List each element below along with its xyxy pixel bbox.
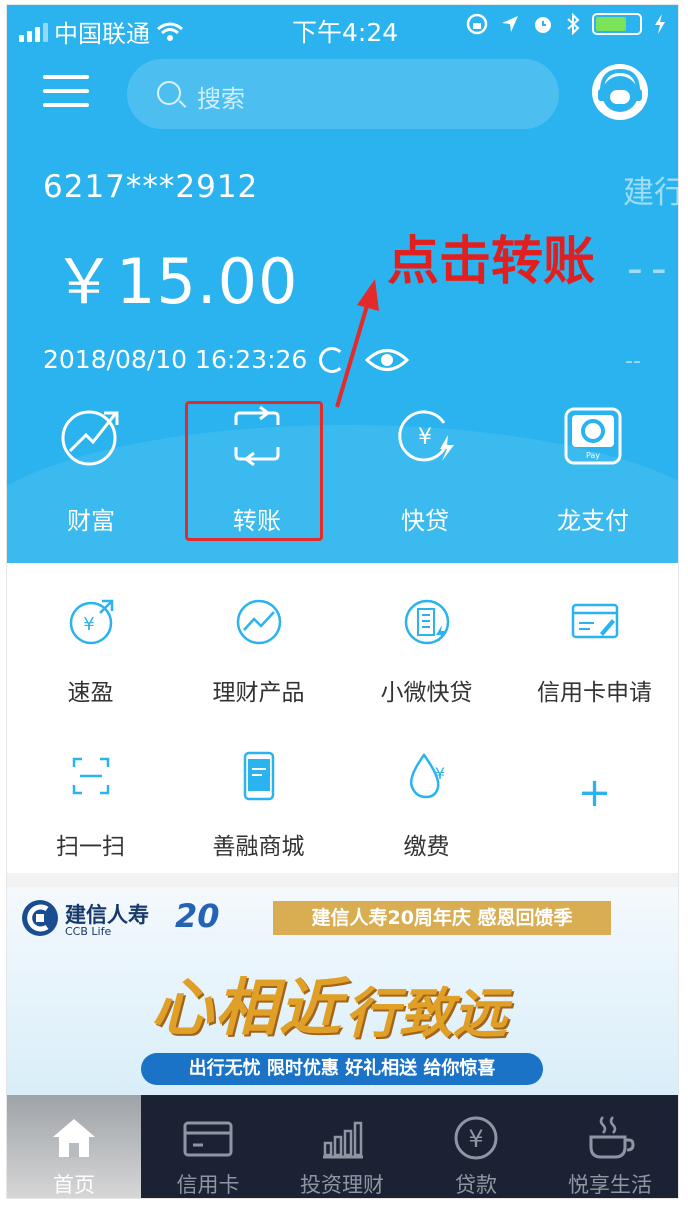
next-card-peek[interactable]: 建行	[623, 167, 678, 212]
ccb-logo-icon	[22, 900, 58, 936]
wifi-icon	[157, 22, 183, 41]
tab-label: 投资理财	[300, 1173, 384, 1197]
quick-action-label: 龙支付	[557, 507, 629, 535]
svg-text:¥: ¥	[83, 614, 94, 635]
search-bar[interactable]: 搜索	[127, 59, 559, 129]
status-time: 下午4:24	[292, 18, 399, 47]
grid-item-label: 扫一扫	[56, 834, 125, 860]
tab-label: 首页	[53, 1173, 95, 1197]
location-icon	[502, 16, 518, 32]
grid-item-wealth-products[interactable]: 理财产品	[175, 597, 342, 707]
tab-investment[interactable]: 投资理财	[275, 1095, 409, 1198]
credit-card-apply-icon	[571, 603, 618, 639]
add-icon: +	[577, 770, 612, 816]
grid-item-add[interactable]: +	[511, 773, 678, 813]
tab-label: 信用卡	[176, 1173, 240, 1197]
grid-item-label: 速盈	[67, 680, 114, 706]
annotation-arrow-icon	[335, 279, 379, 408]
banner-headline-2: 行致远	[345, 982, 507, 1045]
search-icon	[157, 81, 181, 105]
grid-item-label: 理财产品	[212, 680, 305, 706]
quick-action-quick-loan[interactable]: ¥ 快贷	[345, 405, 505, 536]
wealth-chart-icon	[61, 410, 119, 466]
next-time-peek: --	[625, 349, 641, 374]
alarm-icon	[535, 17, 551, 33]
grid-item-label: 缴费	[403, 834, 450, 860]
banner-headline-1: 心相近	[151, 971, 344, 1044]
carrier-name: 中国联通	[54, 20, 150, 48]
tab-label: 贷款	[455, 1173, 497, 1197]
investment-icon	[323, 1121, 363, 1159]
wealth-product-icon	[236, 599, 281, 645]
balance-timestamp: 2018/08/10 16:23:26	[43, 345, 308, 374]
quick-action-label: 快贷	[401, 507, 449, 535]
menu-button[interactable]	[43, 75, 89, 111]
svg-text:Pay: Pay	[586, 451, 600, 460]
grid-item-suying[interactable]: ¥ 速盈	[7, 597, 174, 707]
carrier-info: 中国联通	[19, 14, 184, 49]
card-number: 6217***2912	[43, 169, 259, 205]
next-balance-peek: --	[627, 243, 675, 294]
bottom-nav: 首页 信用卡 投资理财 ¥ 贷款 悦享生活	[7, 1095, 678, 1198]
tab-credit-card[interactable]: 信用卡	[141, 1095, 275, 1198]
lock-rotation-icon	[466, 13, 488, 35]
coffee-icon	[589, 1116, 635, 1159]
annotation-highlight-box	[185, 401, 323, 541]
banner-ribbon: 建信人寿20周年庆 感恩回馈季	[273, 901, 611, 935]
grid-item-micro-loan[interactable]: 小微快贷	[343, 597, 510, 707]
quick-action-long-pay[interactable]: Pay 龙支付	[513, 405, 673, 536]
balance-amount: ￥15.00	[53, 245, 299, 318]
grid-item-label: 善融商城	[212, 834, 305, 860]
quick-action-wealth[interactable]: 财富	[11, 405, 171, 536]
app-frame: 中国联通 下午4:24 搜索 6217***2912 建行 ￥15.00 -- …	[7, 5, 678, 1198]
grid-item-scan[interactable]: 扫一扫	[7, 751, 174, 861]
grid-item-credit-card-apply[interactable]: 信用卡申请	[511, 597, 678, 707]
status-icons	[466, 13, 666, 35]
customer-service-icon[interactable]	[589, 61, 651, 123]
anniversary-badge: 20	[175, 897, 220, 935]
grid-item-label: 小微快贷	[380, 680, 473, 706]
long-pay-icon: Pay	[564, 407, 622, 465]
account-header: 中国联通 下午4:24 搜索 6217***2912 建行 ￥15.00 -- …	[7, 5, 678, 563]
grid-item-payment[interactable]: ¥ 缴费	[343, 751, 510, 861]
loan-icon: ¥	[454, 1116, 498, 1160]
battery-icon	[592, 13, 642, 35]
bluetooth-icon	[567, 13, 580, 35]
grid-item-label: 信用卡申请	[537, 680, 652, 706]
svg-text:¥: ¥	[434, 764, 444, 783]
search-placeholder: 搜索	[197, 85, 245, 113]
svg-text:¥: ¥	[418, 425, 432, 450]
service-grid: ¥ 速盈 理财产品 小微快贷 信用卡申请 扫一扫 善融商城 ¥ 缴费 +	[7, 563, 678, 881]
suying-icon: ¥	[69, 599, 113, 645]
home-icon	[53, 1119, 95, 1157]
charging-icon	[655, 14, 665, 34]
quick-action-label: 财富	[67, 507, 115, 535]
status-bar: 中国联通 下午4:24	[7, 5, 678, 51]
credit-card-icon	[183, 1121, 233, 1157]
scan-icon	[72, 757, 109, 795]
banner-brand-en: CCB Life	[65, 925, 112, 938]
grid-item-mall[interactable]: 善融商城	[175, 751, 342, 861]
tab-home[interactable]: 首页	[7, 1095, 141, 1198]
svg-text:¥: ¥	[468, 1125, 483, 1153]
banner-tagline: 出行无忧 限时优惠 好礼相送 给你惊喜	[141, 1053, 543, 1085]
tab-label: 悦享生活	[568, 1173, 652, 1197]
tab-life[interactable]: 悦享生活	[543, 1095, 677, 1198]
annotation-text: 点击转账	[387, 232, 596, 292]
micro-loan-icon	[404, 599, 449, 645]
signal-icon	[19, 22, 48, 42]
mall-icon	[243, 751, 274, 801]
tab-loan[interactable]: ¥ 贷款	[409, 1095, 543, 1198]
promo-banner[interactable]: 建信人寿 CCB Life 20 建信人寿20周年庆 感恩回馈季 心相近 行致远…	[7, 887, 678, 1095]
payment-icon: ¥	[409, 752, 445, 799]
section-divider	[7, 873, 678, 887]
